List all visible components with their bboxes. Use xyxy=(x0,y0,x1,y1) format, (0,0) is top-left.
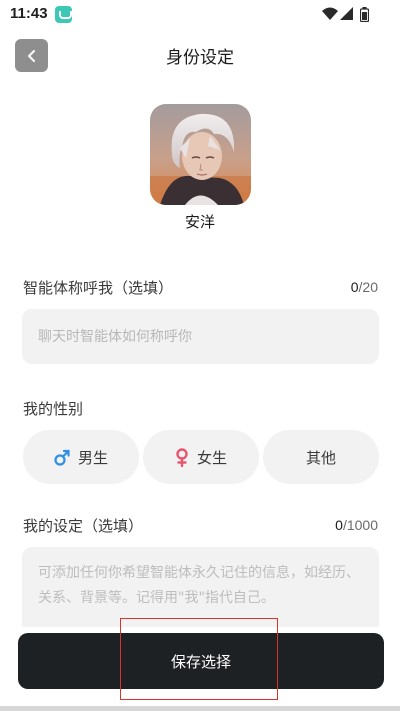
avatar-image xyxy=(150,104,251,205)
setting-max: /1000 xyxy=(342,517,378,533)
nickname-max: /20 xyxy=(358,279,378,295)
gender-option-other[interactable]: 其他 xyxy=(263,430,379,484)
status-time: 11:43 xyxy=(10,5,48,22)
save-button[interactable]: 保存选择 xyxy=(18,633,384,689)
app-notification-icon xyxy=(55,6,72,23)
setting-counter: 0/1000 xyxy=(335,517,378,533)
battery-icon xyxy=(360,7,369,22)
nickname-count: 0 xyxy=(350,279,359,295)
status-indicators xyxy=(322,7,372,23)
gender-option-label: 男生 xyxy=(77,448,108,467)
gender-option-label: 其他 xyxy=(305,448,336,467)
nickname-label: 智能体称呼我（选填） xyxy=(23,279,174,297)
wifi-icon xyxy=(322,7,338,20)
female-icon xyxy=(175,447,189,467)
page-title: 身份设定 xyxy=(166,48,234,68)
nickname-counter: 0/20 xyxy=(351,279,378,295)
gender-label: 我的性别 xyxy=(23,400,84,418)
avatar-name: 安洋 xyxy=(184,213,215,231)
status-bar: 11:43 xyxy=(0,0,400,30)
header: 身份设定 xyxy=(0,36,400,76)
bottom-bar xyxy=(0,706,400,711)
setting-label: 我的设定（选填） xyxy=(23,517,144,535)
nickname-input[interactable] xyxy=(22,309,379,364)
gender-option-label: 女生 xyxy=(196,448,227,467)
male-icon xyxy=(54,448,70,466)
setting-textarea[interactable] xyxy=(22,547,379,627)
gender-option-male[interactable]: 男生 xyxy=(23,430,139,484)
avatar[interactable] xyxy=(150,104,251,205)
gender-option-female[interactable]: 女生 xyxy=(143,430,259,484)
signal-icon xyxy=(340,7,353,20)
setting-count: 0 xyxy=(335,517,343,533)
